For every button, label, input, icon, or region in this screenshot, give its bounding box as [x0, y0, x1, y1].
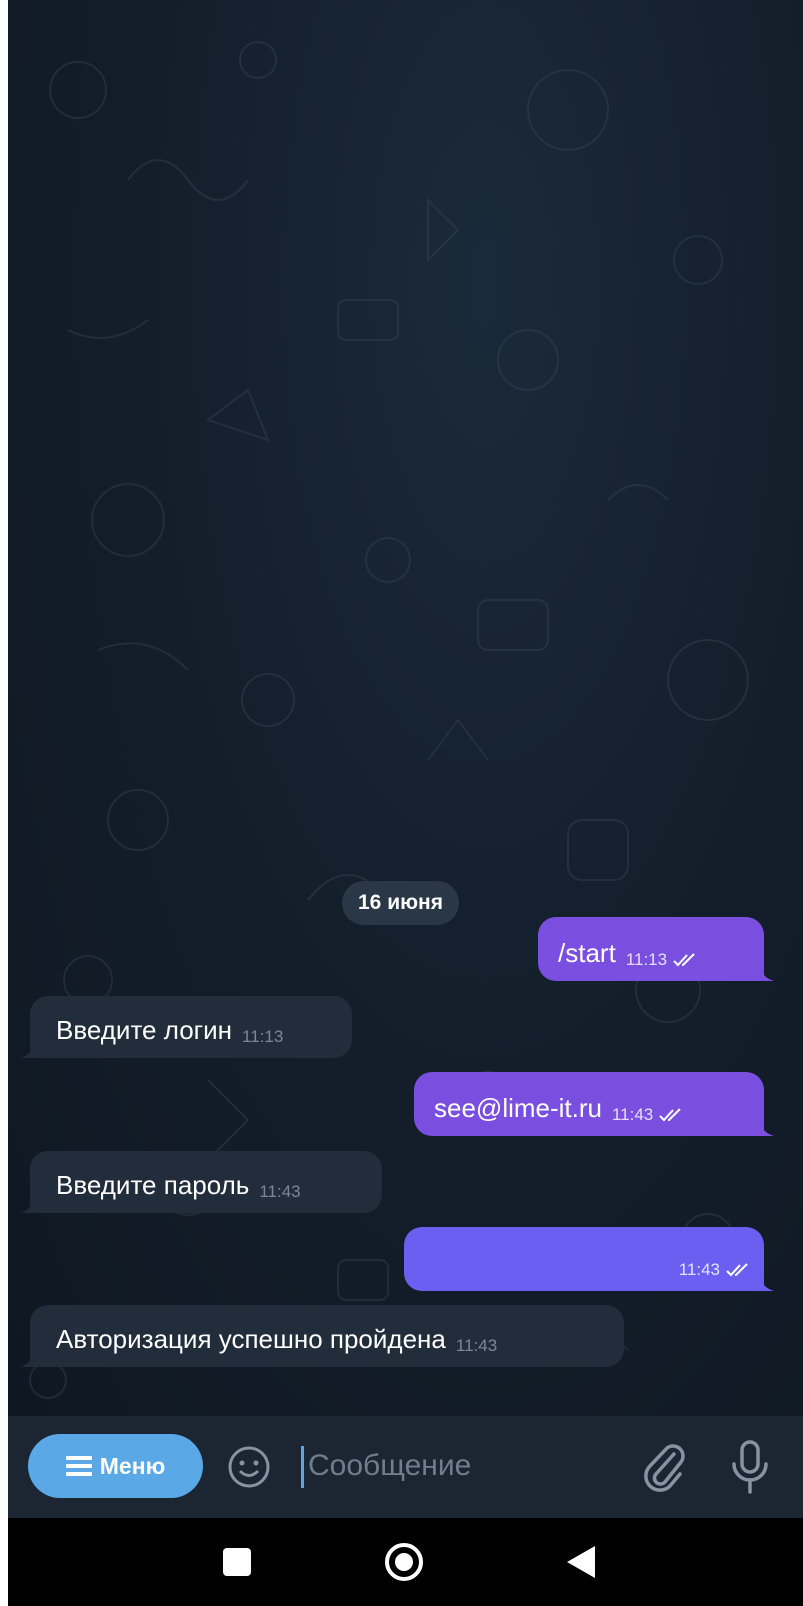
bubble-tail	[20, 1040, 34, 1058]
message-input[interactable]	[308, 1436, 608, 1496]
hamburger-icon	[65, 1456, 92, 1476]
message-bubble-incoming[interactable]: Введите логин 11:13	[20, 996, 352, 1058]
telegram-chat-screen: 16 июня /start 11:13 Введите логин 11:13…	[0, 0, 803, 1606]
message-time: 11:43	[455, 1336, 498, 1355]
double-check-icon	[726, 1263, 748, 1277]
message-text: see@lime-it.ru	[434, 1093, 602, 1123]
bubble-tail	[760, 963, 774, 981]
menu-button[interactable]: Меню	[28, 1434, 203, 1498]
message-bubble-outgoing[interactable]: see@lime-it.ru 11:43	[414, 1072, 774, 1136]
date-separator: 16 июня	[342, 881, 459, 925]
recents-button[interactable]	[223, 1548, 251, 1576]
screen-edge	[0, 0, 8, 1606]
message-time: 11:13	[625, 950, 668, 969]
message-meta: 11:43	[679, 1258, 750, 1282]
message-bubble-incoming[interactable]: Введите пароль 11:43	[20, 1151, 382, 1213]
message-time: 11:43	[611, 1105, 654, 1124]
message-time: 11:13	[242, 1027, 284, 1046]
smiley-icon[interactable]	[226, 1444, 272, 1490]
home-button[interactable]	[383, 1541, 425, 1583]
double-check-icon	[659, 1108, 681, 1122]
message-bubble-incoming[interactable]: Авторизация успешно пройдена 11:43	[20, 1305, 624, 1367]
message-bubble-outgoing[interactable]: 11:43	[404, 1227, 774, 1291]
message-time: 11:43	[678, 1260, 720, 1279]
message-meta: 11:13	[626, 948, 697, 972]
paperclip-icon[interactable]	[640, 1440, 688, 1494]
microphone-icon[interactable]	[730, 1438, 770, 1496]
message-meta: 11:43	[612, 1103, 683, 1127]
bubble-tail	[760, 1118, 774, 1136]
back-button[interactable]	[563, 1544, 597, 1580]
message-meta: 11:13	[242, 1025, 283, 1049]
bubble-tail	[20, 1349, 34, 1367]
bubble-tail	[20, 1195, 34, 1213]
double-check-icon	[673, 953, 695, 967]
message-input-bar: Меню	[8, 1416, 803, 1518]
message-time: 11:43	[259, 1182, 301, 1201]
message-text: Авторизация успешно пройдена	[56, 1324, 446, 1354]
message-meta: 11:43	[259, 1180, 300, 1204]
text-cursor	[301, 1446, 304, 1488]
message-text: Введите пароль	[56, 1170, 250, 1200]
chat-area[interactable]: 16 июня /start 11:13 Введите логин 11:13…	[8, 0, 803, 1416]
message-text: /start	[558, 938, 616, 968]
bubble-tail	[760, 1273, 774, 1291]
menu-button-label: Меню	[99, 1452, 166, 1479]
message-meta: 11:43	[456, 1334, 497, 1358]
message-bubble-outgoing[interactable]: /start 11:13	[538, 917, 774, 981]
message-text: Введите логин	[56, 1015, 233, 1045]
system-navigation-bar	[8, 1518, 803, 1606]
